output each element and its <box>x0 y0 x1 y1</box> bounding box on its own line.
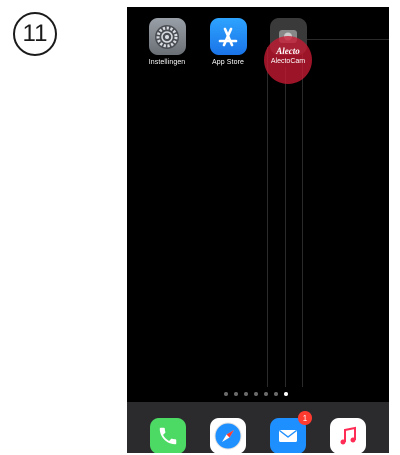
app-label: App Store <box>211 59 245 66</box>
guide-line <box>267 47 268 387</box>
guide-line <box>285 67 286 387</box>
phone-home-screen: Instellingen App Store Alecto AlectoCam <box>127 7 389 453</box>
safari-compass-icon <box>214 422 242 450</box>
dock-phone-app[interactable] <box>150 418 186 453</box>
page-dot <box>234 392 238 396</box>
page-dot <box>264 392 268 396</box>
music-note-icon <box>340 426 356 445</box>
page-indicator[interactable] <box>224 392 288 396</box>
dock-music-app[interactable] <box>330 418 366 453</box>
app-store-icon <box>209 18 247 55</box>
page-dot <box>254 392 258 396</box>
phone-icon <box>159 427 177 445</box>
app-app-store[interactable]: App Store <box>204 18 252 66</box>
alecto-logo-text: Alecto <box>276 46 300 56</box>
app-label: Instellingen <box>148 59 186 66</box>
page-dot <box>274 392 278 396</box>
dock-mail-app[interactable]: 1 <box>270 411 312 453</box>
dock: 1 <box>127 402 389 453</box>
notification-badge: 1 <box>298 411 312 425</box>
app-settings[interactable]: Instellingen <box>143 18 191 66</box>
guide-line <box>302 27 303 387</box>
settings-gear-icon <box>148 18 186 55</box>
app-label: AlectoCam <box>270 58 306 65</box>
page-dot <box>224 392 228 396</box>
mail-envelope-icon <box>279 429 297 442</box>
step-number-badge: 11 <box>13 12 57 56</box>
step-number: 11 <box>22 20 48 47</box>
page-dot-active <box>284 392 288 396</box>
dock-safari-app[interactable] <box>210 418 246 453</box>
page-dot <box>244 392 248 396</box>
